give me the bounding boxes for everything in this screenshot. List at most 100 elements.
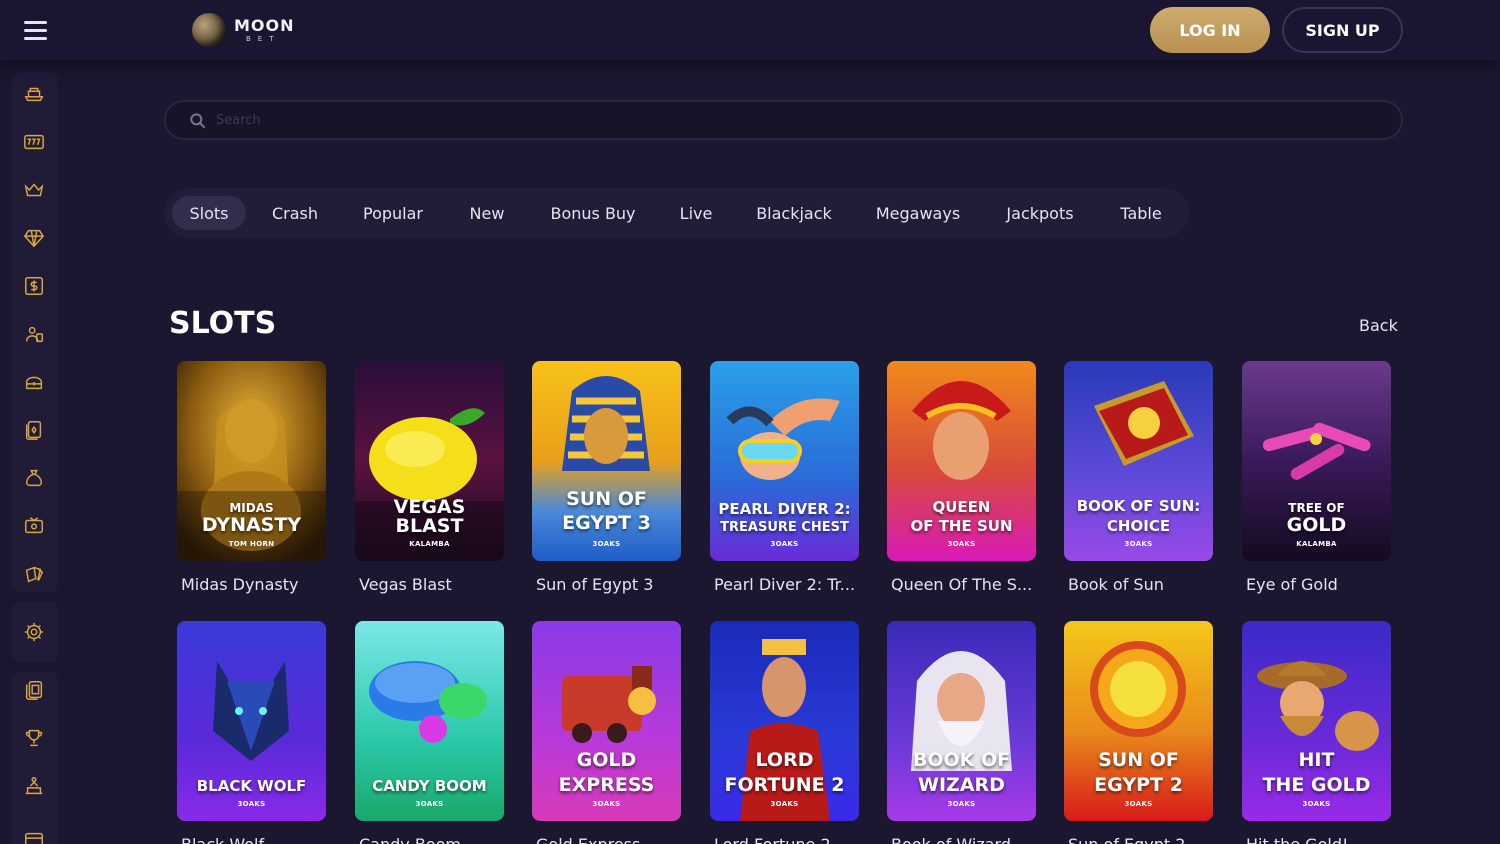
- logo-sub-text: BET: [246, 34, 281, 43]
- game-thumbnail: PEARL DIVER 2: TREASURE CHEST 3OAKS: [710, 361, 859, 561]
- card-stack-icon[interactable]: [0, 670, 68, 710]
- game-card[interactable]: QUEEN OF THE SUN 3OAKS Queen Of The S...: [887, 361, 1036, 594]
- logo-text: MOON BET: [234, 17, 295, 43]
- tab-bonus-buy[interactable]: Bonus Buy: [532, 196, 654, 230]
- game-title[interactable]: Vegas Blast: [355, 575, 504, 594]
- game-title[interactable]: Book of Wizard: [887, 835, 1036, 844]
- podium-icon[interactable]: [0, 766, 68, 806]
- tab-jackpots[interactable]: Jackpots: [986, 196, 1094, 230]
- tab-table[interactable]: Table: [1104, 196, 1178, 230]
- treasure-icon[interactable]: [0, 362, 68, 402]
- game-card[interactable]: TREE OF GOLD KALAMBA Eye of Gold: [1242, 361, 1391, 594]
- game-thumbnail: BOOK OF SUN: CHOICE 3OAKS: [1064, 361, 1213, 561]
- game-card[interactable]: PEARL DIVER 2: TREASURE CHEST 3OAKS Pear…: [710, 361, 859, 594]
- game-card[interactable]: SUN OF EGYPT 3 3OAKS Sun of Egypt 3: [532, 361, 681, 594]
- game-art-line2: BLACK WOLF: [196, 777, 307, 795]
- game-art-line1: GOLD: [576, 749, 637, 771]
- game-card[interactable]: BLACK WOLF 3OAKS Black Wolf: [177, 621, 326, 844]
- game-card[interactable]: LORD FORTUNE 2 3OAKS Lord Fortune 2: [710, 621, 859, 844]
- tab-live[interactable]: Live: [664, 196, 728, 230]
- game-card[interactable]: SUN OF EGYPT 2 3OAKS Sun of Egypt 2: [1064, 621, 1213, 844]
- game-title[interactable]: Queen Of The S...: [887, 575, 1036, 594]
- lobby-icon[interactable]: [0, 74, 68, 114]
- game-title[interactable]: Pearl Diver 2: Tr...: [710, 575, 859, 594]
- tab-megaways[interactable]: Megaways: [860, 196, 976, 230]
- diamond-icon[interactable]: [0, 218, 68, 258]
- game-art-line1: PEARL DIVER 2:: [718, 500, 851, 518]
- game-card[interactable]: BOOK OF WIZARD 3OAKS Book of Wizard: [887, 621, 1036, 844]
- game-thumbnail: LORD FORTUNE 2 3OAKS: [710, 621, 859, 821]
- game-thumbnail: SUN OF EGYPT 2 3OAKS: [1064, 621, 1213, 821]
- sidebar: [0, 60, 68, 844]
- game-thumbnail: TREE OF GOLD KALAMBA: [1242, 361, 1391, 561]
- game-art-line1: HIT: [1298, 749, 1335, 771]
- game-provider: 3OAKS: [1124, 800, 1153, 808]
- game-thumbnail: GOLD EXPRESS 3OAKS: [532, 621, 681, 821]
- game-title[interactable]: Black Wolf: [177, 835, 326, 844]
- logo[interactable]: MOON BET: [192, 12, 295, 48]
- signup-button[interactable]: SIGN UP: [1282, 7, 1403, 53]
- game-art-line2: FORTUNE 2: [724, 774, 845, 796]
- game-title[interactable]: Candy Boom: [355, 835, 504, 844]
- game-provider: KALAMBA: [1296, 540, 1337, 548]
- menu-bar: [23, 28, 47, 32]
- game-art-line2: CHOICE: [1106, 517, 1171, 535]
- tab-crash[interactable]: Crash: [256, 196, 334, 230]
- game-title[interactable]: Lord Fortune 2: [710, 835, 859, 844]
- search-bar[interactable]: [164, 100, 1403, 140]
- game-card[interactable]: BOOK OF SUN: CHOICE 3OAKS Book of Sun: [1064, 361, 1213, 594]
- tab-slots[interactable]: Slots: [172, 196, 246, 230]
- slots-777-icon[interactable]: [0, 122, 68, 162]
- game-card[interactable]: HIT THE GOLD 3OAKS Hit the Gold!: [1242, 621, 1391, 844]
- game-art-line2: OF THE SUN: [910, 517, 1013, 535]
- menu-icon[interactable]: [0, 0, 70, 60]
- trophy-icon[interactable]: [0, 718, 68, 758]
- game-thumbnail: HIT THE GOLD 3OAKS: [1242, 621, 1391, 821]
- game-title[interactable]: Hit the Gold!: [1242, 835, 1391, 844]
- card-fan-icon[interactable]: [0, 554, 68, 594]
- game-art-line2: THE GOLD: [1262, 774, 1371, 796]
- tab-blackjack[interactable]: Blackjack: [738, 196, 850, 230]
- game-title[interactable]: Book of Sun: [1064, 575, 1213, 594]
- moneybag-icon[interactable]: [0, 458, 68, 498]
- tab-new[interactable]: New: [452, 196, 522, 230]
- moon-logo-icon: [192, 13, 226, 47]
- game-art-line1: SUN OF: [566, 488, 647, 510]
- game-art-line2: EGYPT 2: [1094, 774, 1183, 796]
- game-title[interactable]: Eye of Gold: [1242, 575, 1391, 594]
- game-card[interactable]: VEGAS BLAST KALAMBA Vegas Blast: [355, 361, 504, 594]
- crown-icon[interactable]: [0, 170, 68, 210]
- search-input[interactable]: [216, 108, 1366, 132]
- login-button[interactable]: LOG IN: [1150, 7, 1270, 53]
- game-provider: TOM HORN: [228, 540, 275, 548]
- game-title[interactable]: Gold Express: [532, 835, 681, 844]
- game-thumbnail: MIDAS DYNASTY TOM HORN: [177, 361, 326, 561]
- game-title[interactable]: Midas Dynasty: [177, 575, 326, 594]
- game-art-line2: GOLD: [1286, 514, 1347, 536]
- game-art-line2: CANDY BOOM: [372, 777, 487, 795]
- tab-popular[interactable]: Popular: [344, 196, 442, 230]
- cards-icon[interactable]: [0, 410, 68, 450]
- game-thumbnail: BOOK OF WIZARD 3OAKS: [887, 621, 1036, 821]
- menu-bar: [23, 36, 47, 40]
- dealer-icon[interactable]: [0, 314, 68, 354]
- game-art-line1: MIDAS: [229, 501, 274, 515]
- dollar-icon[interactable]: [0, 266, 68, 306]
- game-thumbnail: QUEEN OF THE SUN 3OAKS: [887, 361, 1036, 561]
- back-link[interactable]: Back: [1359, 316, 1398, 335]
- game-card[interactable]: MIDAS DYNASTY TOM HORN Midas Dynasty: [177, 361, 326, 594]
- game-card[interactable]: GOLD EXPRESS 3OAKS Gold Express: [532, 621, 681, 844]
- tv-icon[interactable]: [0, 506, 68, 546]
- game-title[interactable]: Sun of Egypt 3: [532, 575, 681, 594]
- game-art-line2: EXPRESS: [558, 774, 655, 796]
- game-provider: 3OAKS: [1124, 540, 1153, 548]
- game-title[interactable]: Sun of Egypt 2: [1064, 835, 1213, 844]
- game-provider: 3OAKS: [770, 540, 799, 548]
- top-header: MOON BET LOG IN SIGN UP: [0, 0, 1500, 60]
- settings-icon[interactable]: [0, 612, 68, 652]
- game-card[interactable]: CANDY BOOM 3OAKS Candy Boom: [355, 621, 504, 844]
- more-icon[interactable]: [0, 820, 68, 844]
- game-provider: 3OAKS: [947, 800, 976, 808]
- game-art-line1: LORD: [755, 749, 814, 771]
- game-art-line1: SUN OF: [1098, 749, 1179, 771]
